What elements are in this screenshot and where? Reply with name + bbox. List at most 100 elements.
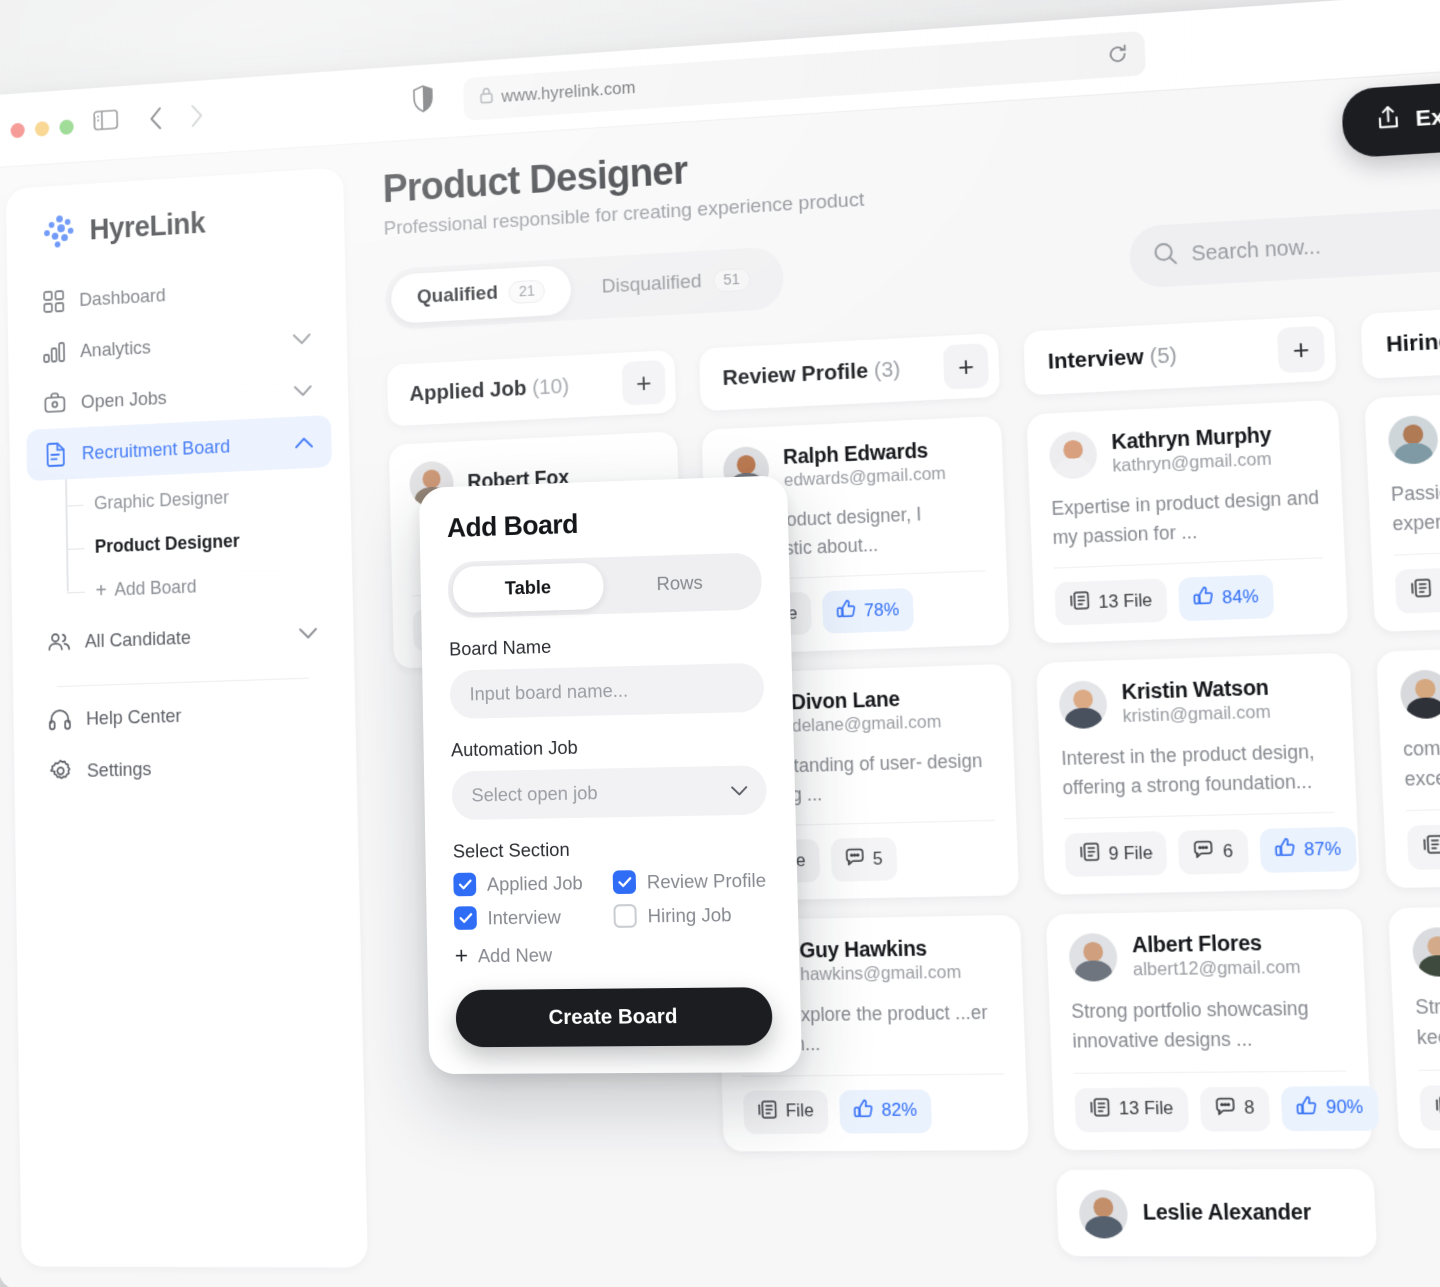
board-name-label: Board Name (449, 630, 763, 661)
forward-icon[interactable] (188, 102, 204, 134)
plus-icon: + (455, 944, 469, 968)
brand[interactable]: HyreLink (6, 194, 344, 253)
file-text-icon (1079, 842, 1101, 869)
thumbs-up-icon (1274, 837, 1296, 864)
search-box[interactable] (1129, 204, 1440, 289)
maximize-window-button[interactable] (59, 119, 73, 135)
file-chip[interactable]: File (743, 1090, 828, 1134)
minimize-window-button[interactable] (35, 121, 49, 137)
brand-name: HyreLink (89, 207, 205, 247)
match-chip[interactable]: 84% (1177, 575, 1273, 622)
card-divider (743, 1073, 1005, 1076)
add-card-button[interactable]: + (622, 360, 666, 406)
file-chip[interactable]: 15 File (1419, 1084, 1440, 1130)
card-header: Jacob Jones jacob@gmail.com (1412, 923, 1440, 977)
column-title-label: Hiring Job (1386, 326, 1440, 357)
section-checkbox-group: Applied Job Review Profile Interview (453, 868, 770, 930)
checkbox-box[interactable] (613, 870, 636, 894)
candidate-card[interactable]: Albert Flores albert12@gmail.com Strong … (1046, 909, 1372, 1149)
comment-chip[interactable]: 6 (1178, 830, 1248, 875)
comment-icon (844, 847, 865, 873)
sidebar-item-settings[interactable]: Settings (31, 737, 339, 798)
checkbox-applied-job[interactable]: Applied Job (453, 871, 607, 897)
shield-icon[interactable] (412, 84, 434, 118)
create-board-button[interactable]: Create Board (455, 987, 773, 1047)
tab-disqualified[interactable]: Disqualified 51 (575, 253, 778, 314)
plus-icon: + (636, 382, 651, 383)
card-header: Floyd Miles milssflo@gmail.com (1387, 404, 1440, 465)
match-chip[interactable]: 90% (1280, 1085, 1379, 1130)
candidate-card[interactable]: Kathryn Murphy kathryn@gmail.com Experti… (1026, 400, 1348, 644)
file-chip-label: 13 File (1098, 591, 1153, 613)
column-header: Review Profile (3) + (699, 333, 1000, 411)
avatar (1058, 680, 1108, 729)
candidate-card[interactable]: Jacob Jones jacob@gmail.com Strong found… (1388, 903, 1440, 1148)
sidebar-item-all-candidate[interactable]: All Candidate (29, 606, 336, 669)
column-title: Review Profile (3) (722, 357, 901, 391)
sidebar-item-label: Dashboard (79, 284, 166, 311)
match-chip-label: 82% (881, 1100, 917, 1121)
comment-chip[interactable]: 8 (1199, 1086, 1270, 1131)
card-header: Bessie Cooper cooper@gmail.com (1399, 662, 1440, 719)
search-input[interactable] (1191, 224, 1440, 266)
board-name-input[interactable] (469, 676, 744, 705)
candidate-email: albert12@gmail.com (1133, 957, 1301, 980)
match-chip[interactable]: 87% (1259, 827, 1357, 873)
comment-chip-label: 8 (1244, 1098, 1255, 1119)
match-chip[interactable]: 78% (822, 588, 914, 634)
window-controls[interactable] (10, 119, 73, 138)
tab-table[interactable]: Table (453, 562, 604, 613)
sidebar-toggle-icon[interactable] (93, 108, 118, 136)
checkbox-hiring-job[interactable]: Hiring Job (613, 902, 770, 928)
column-count: (10) (532, 374, 569, 400)
board-name-field[interactable] (450, 663, 765, 719)
recruitment-board-sublist: Graphic Designer Product Designer + Add … (27, 471, 335, 615)
checkbox-interview[interactable]: Interview (454, 904, 608, 929)
candidate-card[interactable]: Leslie Alexander (1056, 1168, 1377, 1256)
grid-icon (41, 288, 65, 314)
chevron-down-icon[interactable] (292, 327, 312, 350)
file-chip[interactable]: 9 File (1064, 831, 1168, 877)
file-chip[interactable]: 11 File (1407, 823, 1440, 870)
tab-rows[interactable]: Rows (603, 558, 757, 609)
back-icon[interactable] (148, 105, 164, 137)
chevron-down-icon[interactable] (293, 379, 313, 402)
candidate-description: Strong foundation theory and a keen ... (1415, 989, 1440, 1052)
file-chip[interactable]: 9 File (1395, 566, 1440, 614)
chevron-up-icon[interactable] (294, 431, 314, 454)
close-window-button[interactable] (10, 123, 24, 139)
comment-chip[interactable]: 5 (830, 838, 897, 882)
candidate-card[interactable]: Floyd Miles milssflo@gmail.com Passionat… (1364, 383, 1440, 632)
sidebar-item-help-center[interactable]: Help Center (30, 684, 338, 746)
candidate-name: Leslie Alexander (1142, 1201, 1311, 1227)
url-text: www.hyrelink.com (501, 78, 636, 107)
file-text-icon (1434, 1094, 1440, 1121)
reload-icon[interactable] (1107, 44, 1128, 71)
sidebar-subitem-add-board[interactable]: + Add Board (70, 559, 335, 613)
add-card-button[interactable]: + (943, 343, 989, 390)
modal-title: Add Board (447, 503, 760, 544)
automation-job-select[interactable]: Select open job (451, 765, 767, 820)
candidate-card[interactable]: Kristin Watson kristin@gmail.com Interes… (1036, 653, 1360, 895)
bar-chart-icon (42, 339, 66, 365)
checkbox-box[interactable] (613, 904, 637, 928)
file-chip-label: 9 File (1108, 843, 1153, 865)
match-chip[interactable]: 82% (838, 1089, 931, 1133)
export-report-button[interactable]: Export Report (1341, 73, 1440, 159)
file-chip[interactable]: 13 File (1054, 579, 1167, 626)
file-chip[interactable]: 13 File (1074, 1087, 1188, 1132)
checkbox-box[interactable] (453, 873, 476, 897)
hyrelink-logo-icon (44, 214, 77, 250)
search-icon (1153, 241, 1178, 271)
thumbs-up-icon (1192, 586, 1214, 613)
checkbox-box[interactable] (454, 906, 477, 930)
checkbox-review-profile[interactable]: Review Profile (613, 868, 769, 894)
document-icon (44, 441, 68, 467)
tab-qualified[interactable]: Qualified 21 (391, 265, 572, 324)
chevron-down-icon[interactable] (298, 621, 318, 644)
card-divider (1064, 812, 1335, 820)
candidate-card[interactable]: Bessie Cooper cooper@gmail.com commitmen… (1376, 641, 1440, 888)
sidebar-item-label: Analytics (80, 336, 151, 362)
add-new-section-button[interactable]: + Add New (455, 940, 771, 967)
add-card-button[interactable]: + (1277, 326, 1325, 374)
